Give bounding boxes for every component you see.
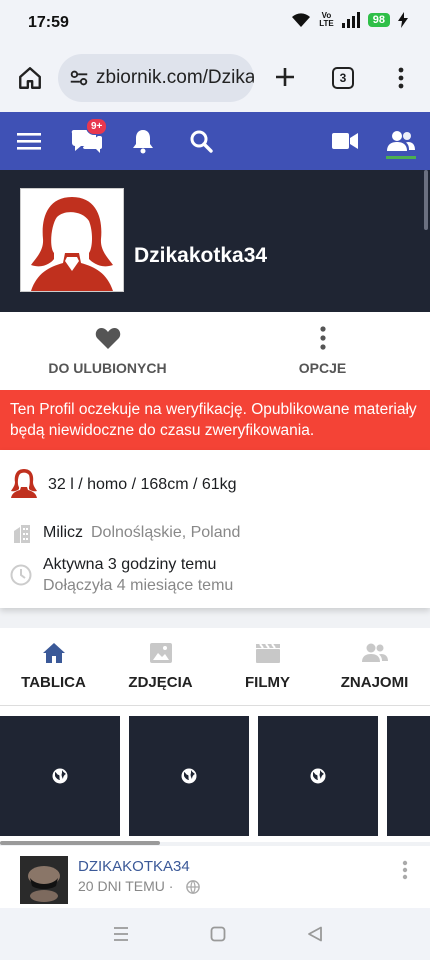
site-navbar <box>0 112 430 170</box>
verification-warning: Ten Profil oczekuje na weryfikację. Opub… <box>0 390 430 450</box>
battery-level: 98 <box>367 13 390 27</box>
site-settings-icon[interactable] <box>68 67 90 89</box>
system-home-button[interactable] <box>206 922 230 946</box>
search-icon <box>190 130 213 153</box>
media-carousel[interactable] <box>0 706 430 842</box>
heart-icon <box>95 328 120 349</box>
media-item[interactable] <box>0 716 120 836</box>
options-button[interactable]: OPCJE <box>215 312 430 390</box>
post-header: DZIKAKOTKA34 20 DNI TEMU · <box>0 846 430 908</box>
browser-menu-button[interactable] <box>386 62 416 94</box>
status-time: 17:59 <box>28 14 69 31</box>
status-bar: 17:59 Vo LTE 98 <box>0 0 430 46</box>
back-triangle-icon <box>308 926 322 942</box>
bell-icon <box>133 130 153 154</box>
volte-icon: Vo LTE <box>319 11 334 28</box>
notification-badge: 9+ <box>86 118 108 135</box>
home-icon <box>42 643 65 663</box>
square-home-icon <box>210 926 226 942</box>
more-vert-icon <box>319 326 326 350</box>
search-button[interactable] <box>184 124 218 158</box>
globe-icon <box>310 768 326 784</box>
url-text[interactable]: zbiornik.com/Dzikakotka34 <box>96 67 254 89</box>
post-author-name[interactable]: DZIKAKOTKA34 <box>78 858 190 875</box>
wifi-icon <box>292 13 311 27</box>
add-to-favorites-button[interactable]: DO ULUBIONYCH <box>0 312 215 390</box>
tab-label: ZDJĘCIA <box>128 674 193 691</box>
profile-actions: DO ULUBIONYCH OPCJE <box>0 312 430 390</box>
media-item[interactable] <box>129 716 249 836</box>
avatar[interactable] <box>20 188 124 292</box>
globe-icon <box>181 768 197 784</box>
notifications-button[interactable] <box>126 124 160 158</box>
globe-icon <box>52 768 68 784</box>
video-camera-icon <box>332 133 358 149</box>
hamburger-menu-button[interactable] <box>12 124 46 158</box>
page-scrollbar[interactable] <box>424 170 428 230</box>
tab-friends[interactable]: ZNAJOMI <box>321 628 428 706</box>
system-back-button[interactable] <box>303 922 327 946</box>
profile-username: Dzikakotka34 <box>134 244 268 267</box>
post-options-icon[interactable] <box>402 860 408 880</box>
post-author-avatar[interactable] <box>20 856 68 904</box>
activity-text: Aktywna 3 godziny temu <box>43 556 217 573</box>
options-label: OPCJE <box>298 360 347 376</box>
default-female-avatar-icon <box>31 197 113 291</box>
tab-videos[interactable]: FILMY <box>214 628 321 706</box>
home-button[interactable] <box>14 62 46 94</box>
post-timestamp: 20 DNI TEMU · <box>78 878 174 894</box>
joined-text: Dołączyła 4 miesiące temu <box>43 577 234 594</box>
profile-header: Dzikakotka34 <box>0 170 430 312</box>
favorites-label: DO ULUBIONYCH <box>48 360 167 376</box>
location-region: Dolnośląskie, Poland <box>91 524 241 541</box>
female-person-icon <box>11 469 37 498</box>
profile-info: 32 l / homo / 168cm / 61kg Milicz Dolnoś… <box>0 450 430 608</box>
public-globe-icon <box>186 880 200 894</box>
location-city[interactable]: Milicz <box>43 524 83 542</box>
building-icon <box>14 525 30 543</box>
browser-toolbar: zbiornik.com/Dzikakotka34 3 <box>0 46 430 112</box>
people-icon <box>361 643 388 662</box>
recents-icon <box>114 927 128 941</box>
clock-icon <box>10 564 32 586</box>
tab-label: ZNAJOMI <box>340 674 409 691</box>
tab-wall[interactable]: TABLICA <box>0 628 107 706</box>
author-photo-icon <box>20 856 68 904</box>
people-icon <box>387 131 415 151</box>
new-tab-button[interactable] <box>268 60 302 94</box>
hamburger-icon <box>17 133 41 150</box>
plus-icon <box>276 68 294 86</box>
tab-switcher-button[interactable]: 3 <box>332 67 354 89</box>
more-vert-icon <box>398 67 404 89</box>
stats-text: 32 l / homo / 168cm / 61kg <box>48 476 237 493</box>
video-chat-button[interactable] <box>328 124 362 158</box>
tab-label: TABLICA <box>21 674 86 691</box>
image-icon <box>149 643 172 663</box>
address-bar[interactable]: zbiornik.com/Dzikakotka34 <box>58 54 254 102</box>
profile-tabs: TABLICA ZDJĘCIA FILMY ZNAJOMI <box>0 628 430 706</box>
carousel-scrollbar[interactable] <box>0 841 160 845</box>
status-icons: Vo LTE 98 <box>291 12 408 28</box>
film-clapper-icon <box>255 643 280 663</box>
friends-button[interactable] <box>384 124 418 158</box>
active-nav-indicator <box>386 156 416 159</box>
media-item[interactable] <box>387 716 430 836</box>
recent-apps-button[interactable] <box>109 922 133 946</box>
signal-icon <box>341 12 360 28</box>
media-item[interactable] <box>258 716 378 836</box>
charging-icon <box>398 12 408 28</box>
home-icon <box>19 67 41 89</box>
tab-photos[interactable]: ZDJĘCIA <box>107 628 214 706</box>
tab-label: FILMY <box>245 674 290 691</box>
system-navigation-bar <box>0 908 430 960</box>
